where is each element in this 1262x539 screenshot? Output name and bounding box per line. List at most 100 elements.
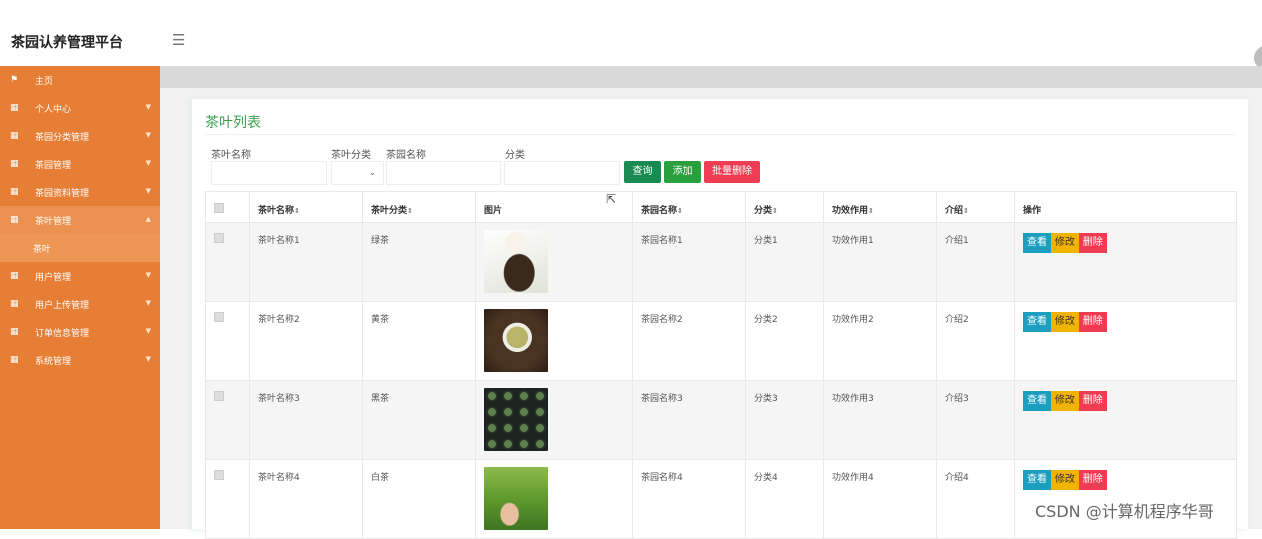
category-label: 分类 — [505, 150, 525, 161]
select-all-checkbox[interactable] — [214, 203, 224, 213]
tea-category-select[interactable]: ⌄ — [331, 161, 384, 185]
garden-name-input[interactable] — [386, 161, 501, 185]
sidebar-item-label: 系统管理 — [35, 356, 72, 367]
grid-icon: ▦ — [10, 355, 19, 365]
cell-effect: 功效作用3 — [823, 380, 937, 460]
mouse-cursor-icon: ⇱ — [606, 192, 617, 206]
cell-tea-category: 黄茶 — [362, 301, 476, 381]
edit-button[interactable]: 修改 — [1050, 312, 1079, 332]
cell-tea-name: 茶叶名称4 — [249, 459, 363, 539]
sidebar-item-garden-category[interactable]: ▦ 茶园分类管理 ▼ — [0, 122, 160, 150]
garden-name-label: 茶园名称 — [386, 150, 426, 161]
tea-table: 茶叶名称⇕ 茶叶分类⇕ 图片 茶园名称⇕ 分类⇕ 功效作用⇕ 介绍⇕ 操作 茶叶… — [205, 191, 1237, 539]
delete-button[interactable]: 删除 — [1078, 233, 1107, 253]
sidebar-item-user-uploads[interactable]: ▦ 用户上传管理 ▼ — [0, 290, 160, 318]
header-tea-name[interactable]: 茶叶名称⇕ — [249, 191, 363, 223]
sidebar-item-system[interactable]: ▦ 系统管理 ▼ — [0, 346, 160, 374]
delete-button[interactable]: 删除 — [1078, 391, 1107, 411]
chevron-down-icon: ▼ — [145, 187, 151, 195]
header-intro[interactable]: 介绍⇕ — [936, 191, 1015, 223]
sidebar-item-home[interactable]: ⚑ 主页 — [0, 66, 160, 94]
sidebar-subitem-tea[interactable]: 茶叶 — [0, 234, 160, 262]
page-title: 茶叶列表 — [205, 115, 261, 131]
cell-tea-name: 茶叶名称3 — [249, 380, 363, 460]
sidebar-item-profile[interactable]: ▦ 个人中心 ▼ — [0, 94, 160, 122]
edit-button[interactable]: 修改 — [1050, 233, 1079, 253]
tea-name-input[interactable] — [211, 161, 327, 185]
table-header-row: 茶叶名称⇕ 茶叶分类⇕ 图片 茶园名称⇕ 分类⇕ 功效作用⇕ 介绍⇕ 操作 — [205, 191, 1237, 223]
sort-icon: ⇕ — [963, 207, 969, 215]
sidebar-item-users[interactable]: ▦ 用户管理 ▼ — [0, 262, 160, 290]
hamburger-icon[interactable]: ☰ — [172, 33, 185, 48]
batch-delete-button[interactable]: 批量删除 — [704, 161, 760, 183]
table-row: 茶叶名称2 黄茶 茶园名称2 分类2 功效作用2 介绍2 查看 修改 删除 — [205, 301, 1237, 381]
edit-button[interactable]: 修改 — [1050, 391, 1079, 411]
sort-icon: ⇕ — [407, 207, 413, 215]
sidebar: ⚑ 主页 ▦ 个人中心 ▼ ▦ 茶园分类管理 ▼ ▦ 茶园管理 ▼ ▦ 茶园资料… — [0, 66, 160, 529]
tea-name-label: 茶叶名称 — [211, 150, 251, 161]
view-button[interactable]: 查看 — [1023, 233, 1051, 253]
grid-icon: ▦ — [10, 327, 19, 337]
edit-button[interactable]: 修改 — [1050, 470, 1079, 490]
cell-garden-name: 茶园名称4 — [632, 459, 746, 539]
header-actions: 操作 — [1014, 191, 1237, 223]
tea-image — [484, 230, 548, 293]
query-button[interactable]: 查询 — [624, 161, 661, 183]
divider — [205, 134, 1235, 135]
cell-type: 分类2 — [745, 301, 824, 381]
chevron-down-icon: ▼ — [145, 271, 151, 279]
sidebar-item-label: 茶园管理 — [35, 160, 72, 171]
header-effect[interactable]: 功效作用⇕ — [823, 191, 937, 223]
tea-category-label: 茶叶分类 — [331, 150, 371, 161]
tea-image — [484, 467, 548, 530]
cell-intro: 介绍3 — [936, 380, 1015, 460]
cell-intro: 介绍1 — [936, 222, 1015, 302]
category-input[interactable] — [504, 161, 620, 185]
view-button[interactable]: 查看 — [1023, 391, 1051, 411]
grid-icon: ▦ — [10, 131, 19, 141]
row-checkbox[interactable] — [214, 233, 224, 243]
cell-intro: 介绍4 — [936, 459, 1015, 539]
chevron-down-icon: ▼ — [145, 103, 151, 111]
view-button[interactable]: 查看 — [1023, 312, 1051, 332]
sidebar-item-tea[interactable]: ▦ 茶叶管理 ▲ — [0, 206, 160, 234]
cell-effect: 功效作用4 — [823, 459, 937, 539]
cell-garden-name: 茶园名称1 — [632, 222, 746, 302]
header-type[interactable]: 分类⇕ — [745, 191, 824, 223]
sidebar-item-orders[interactable]: ▦ 订单信息管理 ▼ — [0, 318, 160, 346]
watermark: CSDN @计算机程序华哥 — [1035, 502, 1214, 521]
header-select-all[interactable] — [205, 191, 250, 223]
view-button[interactable]: 查看 — [1023, 470, 1051, 490]
table-row: 茶叶名称3 黑茶 茶园名称3 分类3 功效作用3 介绍3 查看 修改 删除 — [205, 380, 1237, 460]
delete-button[interactable]: 删除 — [1078, 312, 1107, 332]
sort-icon: ⇕ — [677, 207, 683, 215]
sidebar-item-label: 用户上传管理 — [35, 300, 90, 311]
delete-button[interactable]: 删除 — [1078, 470, 1107, 490]
sidebar-item-garden[interactable]: ▦ 茶园管理 ▼ — [0, 150, 160, 178]
sidebar-item-label: 订单信息管理 — [35, 328, 90, 339]
tea-image — [484, 388, 548, 451]
top-strip — [0, 0, 1262, 18]
sidebar-item-label: 主页 — [35, 76, 54, 87]
row-checkbox[interactable] — [214, 312, 224, 322]
cell-garden-name: 茶园名称3 — [632, 380, 746, 460]
grid-icon: ▦ — [10, 299, 19, 309]
chevron-down-icon: ▼ — [145, 159, 151, 167]
row-checkbox[interactable] — [214, 470, 224, 480]
sidebar-item-label: 用户管理 — [35, 272, 72, 283]
grid-icon: ▦ — [10, 159, 19, 169]
add-button[interactable]: 添加 — [664, 161, 701, 183]
sort-icon: ⇕ — [294, 207, 300, 215]
chevron-down-icon: ▼ — [145, 355, 151, 363]
cell-intro: 介绍2 — [936, 301, 1015, 381]
header-tea-category[interactable]: 茶叶分类⇕ — [362, 191, 476, 223]
sidebar-item-label: 个人中心 — [35, 104, 72, 115]
header-garden-name[interactable]: 茶园名称⇕ — [632, 191, 746, 223]
table-row: 茶叶名称1 绿茶 茶园名称1 分类1 功效作用1 介绍1 查看 修改 删除 — [205, 222, 1237, 302]
tea-image — [484, 309, 548, 372]
flag-icon: ⚑ — [10, 75, 19, 85]
row-checkbox[interactable] — [214, 391, 224, 401]
cell-tea-category: 黑茶 — [362, 380, 476, 460]
grid-icon: ▦ — [10, 187, 19, 197]
sidebar-item-garden-docs[interactable]: ▦ 茶园资料管理 ▼ — [0, 178, 160, 206]
